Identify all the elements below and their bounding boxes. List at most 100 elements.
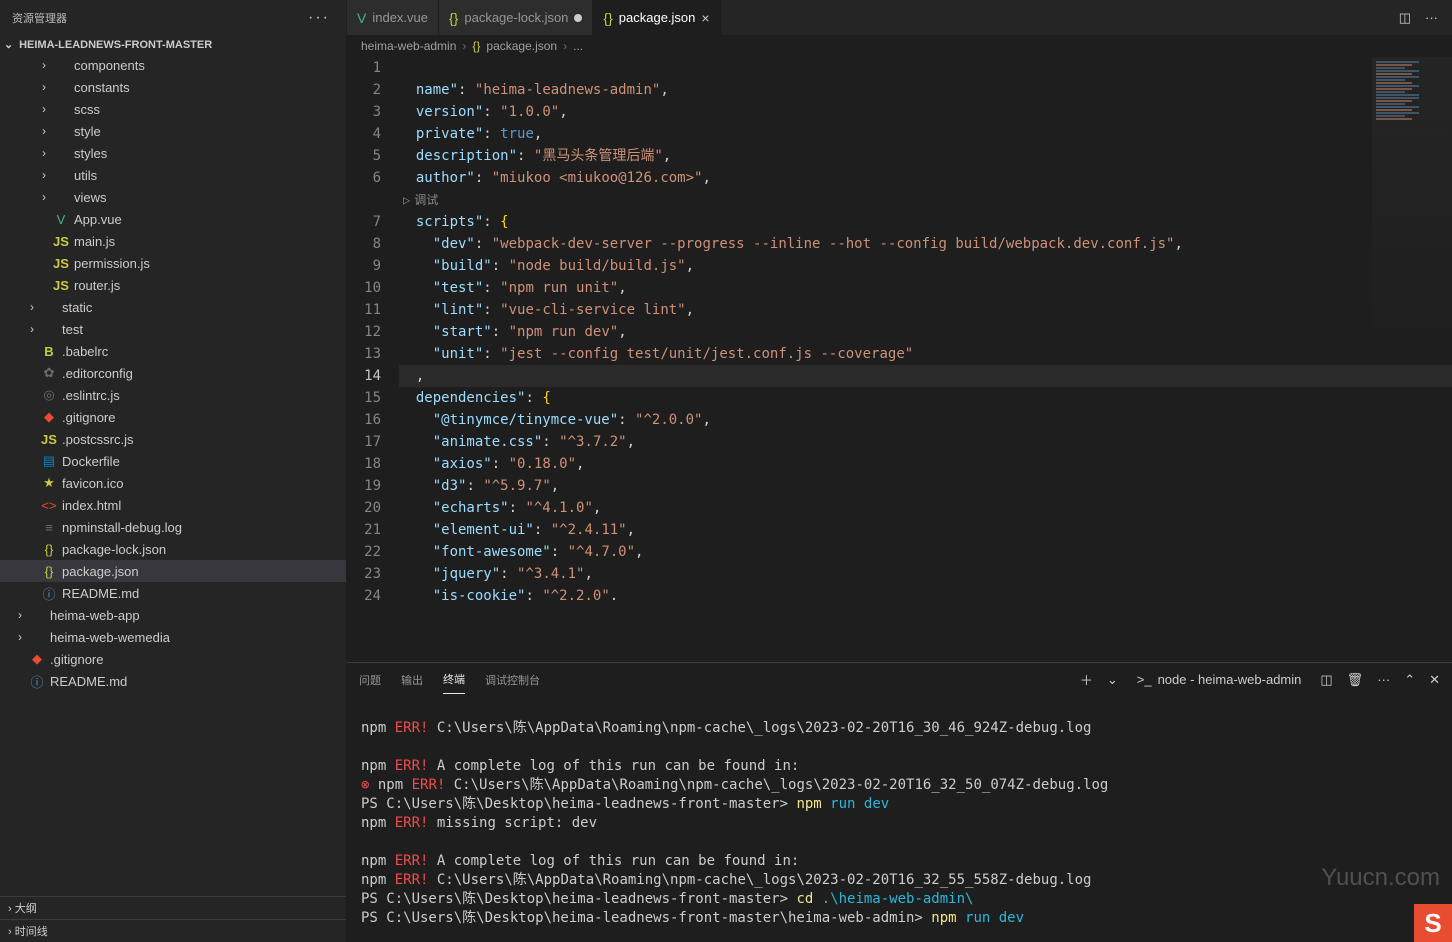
- debug-console-tab[interactable]: 调试控制台: [485, 666, 540, 694]
- file-icon: {}: [449, 10, 458, 26]
- file-item[interactable]: ◎.eslintrc.js: [0, 384, 346, 406]
- file-label: permission.js: [74, 256, 150, 271]
- folder-item[interactable]: ›views: [0, 186, 346, 208]
- file-item[interactable]: ⓘREADME.md: [0, 582, 346, 604]
- folder-item[interactable]: ›constants: [0, 76, 346, 98]
- breadcrumb-part[interactable]: heima-web-admin: [361, 39, 456, 53]
- terminal-selector[interactable]: >_ node - heima-web-admin: [1132, 670, 1307, 689]
- file-icon: ◎: [40, 387, 58, 403]
- breadcrumb-part[interactable]: package.json: [486, 39, 557, 53]
- code-line[interactable]: name": "heima-leadnews-admin",: [399, 79, 1452, 101]
- file-item[interactable]: JSmain.js: [0, 230, 346, 252]
- file-item[interactable]: VApp.vue: [0, 208, 346, 230]
- file-item[interactable]: ◆.gitignore: [0, 648, 346, 670]
- terminal-tab[interactable]: 终端: [443, 665, 465, 694]
- code-line[interactable]: "test": "npm run unit",: [399, 277, 1452, 299]
- code-line[interactable]: "axios": "0.18.0",: [399, 453, 1452, 475]
- folder-item[interactable]: ›style: [0, 120, 346, 142]
- file-item[interactable]: {}package.json: [0, 560, 346, 582]
- file-item[interactable]: ✿.editorconfig: [0, 362, 346, 384]
- more-icon[interactable]: ···: [1425, 10, 1438, 25]
- project-name: HEIMA-LEADNEWS-FRONT-MASTER: [19, 39, 212, 51]
- split-editor-icon[interactable]: ◫: [1399, 10, 1411, 26]
- code-line[interactable]: description": "黑马头条管理后端",: [399, 145, 1452, 167]
- more-icon[interactable]: ···: [1377, 672, 1390, 687]
- file-label: constants: [74, 80, 130, 95]
- code-line[interactable]: "element-ui": "^2.4.11",: [399, 519, 1452, 541]
- chevron-up-icon[interactable]: ⌃: [1404, 672, 1415, 688]
- split-terminal-icon[interactable]: ◫: [1320, 672, 1332, 688]
- close-icon[interactable]: ✕: [1429, 672, 1440, 688]
- close-icon[interactable]: ×: [701, 10, 709, 26]
- file-item[interactable]: ⓘREADME.md: [0, 670, 346, 692]
- folder-item[interactable]: ›heima-web-app: [0, 604, 346, 626]
- folder-item[interactable]: ›static: [0, 296, 346, 318]
- code-line[interactable]: "build": "node build/build.js",: [399, 255, 1452, 277]
- output-tab[interactable]: 输出: [401, 666, 423, 694]
- code-line[interactable]: "animate.css": "^3.7.2",: [399, 431, 1452, 453]
- file-item[interactable]: JSpermission.js: [0, 252, 346, 274]
- code-line[interactable]: dependencies": {: [399, 387, 1452, 409]
- code-line[interactable]: version": "1.0.0",: [399, 101, 1452, 123]
- code-line[interactable]: "is-cookie": "^2.2.0".: [399, 585, 1452, 607]
- file-label: npminstall-debug.log: [62, 520, 182, 535]
- file-icon: ≡: [40, 520, 58, 535]
- problems-tab[interactable]: 问题: [359, 666, 381, 694]
- code-line[interactable]: "lint": "vue-cli-service lint",: [399, 299, 1452, 321]
- code-line[interactable]: "dev": "webpack-dev-server --progress --…: [399, 233, 1452, 255]
- folder-item[interactable]: ›test: [0, 318, 346, 340]
- editor-tabs: Vindex.vue{}package-lock.json{}package.j…: [347, 0, 1452, 35]
- outline-section[interactable]: › 大纲: [0, 896, 346, 919]
- editor-tab[interactable]: Vindex.vue: [347, 0, 439, 35]
- editor[interactable]: 123456 789101112131415161718192021222324…: [347, 57, 1452, 662]
- editor-tab[interactable]: {}package.json×: [593, 0, 720, 35]
- code-line[interactable]: "d3": "^5.9.7",: [399, 475, 1452, 497]
- code-line[interactable]: [399, 57, 1452, 79]
- chevron-right-icon: ›: [24, 300, 40, 314]
- debug-codelens[interactable]: ▷ 调试: [399, 189, 1452, 211]
- bottom-panel: 问题 输出 终端 调试控制台 ＋ ⌄ >_ node - heima-web-a…: [347, 662, 1452, 942]
- file-label: style: [74, 124, 101, 139]
- file-item[interactable]: JS.postcssrc.js: [0, 428, 346, 450]
- folder-item[interactable]: ›heima-web-wemedia: [0, 626, 346, 648]
- dropdown-caret-icon[interactable]: ⌄: [1107, 672, 1118, 688]
- code-line[interactable]: scripts": {: [399, 211, 1452, 233]
- file-item[interactable]: B.babelrc: [0, 340, 346, 362]
- file-item[interactable]: ◆.gitignore: [0, 406, 346, 428]
- terminal-line: npm ERR! C:\Users\陈\AppData\Roaming\npm-…: [361, 871, 1438, 890]
- code-line[interactable]: "start": "npm run dev",: [399, 321, 1452, 343]
- file-item[interactable]: {}package-lock.json: [0, 538, 346, 560]
- code-line[interactable]: "jquery": "^3.4.1",: [399, 563, 1452, 585]
- folder-item[interactable]: ›utils: [0, 164, 346, 186]
- code-line[interactable]: "unit": "jest --config test/unit/jest.co…: [399, 343, 1452, 365]
- folder-item[interactable]: ›styles: [0, 142, 346, 164]
- code-line[interactable]: "font-awesome": "^4.7.0",: [399, 541, 1452, 563]
- terminal-line: PS C:\Users\陈\Desktop\heima-leadnews-fro…: [361, 795, 1438, 814]
- folder-item[interactable]: ›components: [0, 54, 346, 76]
- breadcrumb-part[interactable]: ...: [573, 39, 583, 53]
- code-line[interactable]: private": true,: [399, 123, 1452, 145]
- more-actions-icon[interactable]: ···: [304, 5, 334, 31]
- terminal-line: ⊗ npm ERR! C:\Users\陈\AppData\Roaming\np…: [361, 776, 1438, 795]
- code-line[interactable]: "echarts": "^4.1.0",: [399, 497, 1452, 519]
- file-label: index.html: [62, 498, 121, 513]
- code-line[interactable]: ,: [399, 365, 1452, 387]
- code-line[interactable]: author": "miukoo <miukoo@126.com>",: [399, 167, 1452, 189]
- file-item[interactable]: ≡ npminstall-debug.log: [0, 516, 346, 538]
- trash-icon[interactable]: 🗑: [1347, 672, 1364, 688]
- minimap[interactable]: [1372, 57, 1452, 357]
- timeline-section[interactable]: › 时间线: [0, 919, 346, 942]
- editor-tab[interactable]: {}package-lock.json: [439, 0, 593, 35]
- file-item[interactable]: <>index.html: [0, 494, 346, 516]
- file-item[interactable]: ★favicon.ico: [0, 472, 346, 494]
- code-line[interactable]: "@tinymce/tinymce-vue": "^2.0.0",: [399, 409, 1452, 431]
- file-item[interactable]: ▤Dockerfile: [0, 450, 346, 472]
- code-area[interactable]: name": "heima-leadnews-admin", version":…: [399, 57, 1452, 662]
- file-icon: {}: [40, 542, 58, 557]
- terminal-output[interactable]: npm ERR! C:\Users\陈\AppData\Roaming\npm-…: [347, 696, 1452, 942]
- project-root[interactable]: ⌄ HEIMA-LEADNEWS-FRONT-MASTER: [0, 35, 346, 54]
- folder-item[interactable]: ›scss: [0, 98, 346, 120]
- file-item[interactable]: JSrouter.js: [0, 274, 346, 296]
- breadcrumb[interactable]: heima-web-admin › {} package.json › ...: [347, 35, 1452, 57]
- new-terminal-icon[interactable]: ＋: [1080, 670, 1093, 689]
